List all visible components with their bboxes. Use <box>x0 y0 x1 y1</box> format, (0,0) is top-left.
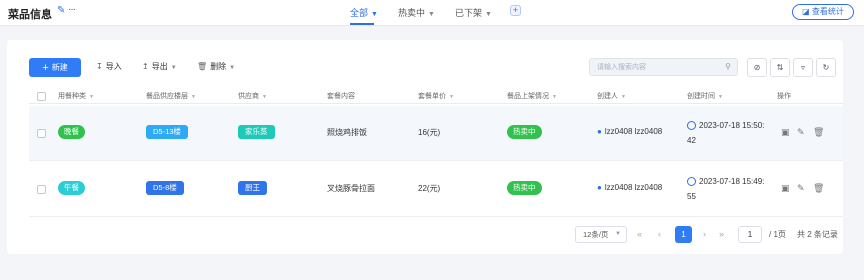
sort-button[interactable]: ⇅ <box>770 58 790 77</box>
created-time: 2023-07-18 15:49: <box>699 177 765 186</box>
chevron-down-icon: ▼ <box>718 94 723 100</box>
edit-icon[interactable]: ✎ <box>57 5 65 16</box>
chevron-down-icon: ▼ <box>229 65 236 71</box>
chevron-down-icon: ▼ <box>191 94 196 100</box>
prev-page-icon[interactable]: ‹ <box>658 229 661 239</box>
chart-icon: ◪ <box>802 7 810 16</box>
chevron-down-icon: ▼ <box>449 94 454 100</box>
main-card: +新建 ↧导入 ↥导出▼ 🗑删除▼ ⚲ ⊘ ⇅ ▿ ↻ 用餐种类▼ 餐品供应楼层… <box>7 40 843 254</box>
refresh-button[interactable]: ↻ <box>816 58 836 77</box>
status-badge: 热卖中 <box>507 181 542 195</box>
hide-columns-button[interactable]: ⊘ <box>747 58 767 77</box>
page-size-select[interactable]: 12条/页 ▼ <box>575 226 627 243</box>
package-content: 叉烧豚骨拉面 <box>327 184 375 193</box>
floor-tag: D5-8楼 <box>146 181 184 195</box>
total-pages: / 1页 <box>769 230 786 239</box>
plus-icon: + <box>42 62 49 74</box>
edit-icon[interactable]: ✎ <box>797 183 805 194</box>
search-input[interactable] <box>597 62 717 73</box>
created-time: 2023-07-18 15:50: <box>699 121 765 130</box>
trash-icon[interactable]: 🗑 <box>813 183 824 194</box>
unit-price: 16(元) <box>418 128 441 137</box>
top-bar: 菜品信息 ✎ ··· 全部 ▼ 热卖中 ▼ 已下架 ▼ + ◪ 查看统计 <box>0 0 864 26</box>
search-box: ⚲ <box>589 58 738 76</box>
user-icon: ● <box>597 183 602 192</box>
import-icon: ↧ <box>96 62 103 71</box>
meal-type-tag: 午餐 <box>58 181 85 195</box>
page-title: 菜品信息 <box>8 9 52 21</box>
export-icon: ↥ <box>142 62 149 71</box>
creator: ● lzz0408 lzz0408 <box>597 127 663 136</box>
new-button[interactable]: + 新建 <box>29 58 81 77</box>
floor-tag: D5-13楼 <box>146 125 188 139</box>
delete-button[interactable]: 🗑 删除 ▼ <box>197 61 235 72</box>
active-tab-indicator <box>350 23 374 25</box>
chevron-down-icon: ▼ <box>89 94 94 100</box>
tab-all[interactable]: 全部 ▼ <box>350 6 378 19</box>
supplier-tag: 厨王 <box>238 181 267 195</box>
tab-hot-selling[interactable]: 热卖中 ▼ <box>398 6 435 19</box>
chevron-down-icon: ▼ <box>485 11 492 18</box>
chevron-down-icon: ▼ <box>552 94 557 100</box>
clock-icon <box>687 177 696 186</box>
page-jump-input[interactable]: 1 <box>738 226 762 243</box>
column-header[interactable]: 套餐单价 ▼ <box>418 91 454 101</box>
add-tab-button[interactable]: + <box>510 5 521 16</box>
chevron-down-icon: ▼ <box>621 94 626 100</box>
row-checkbox[interactable] <box>37 129 46 138</box>
unit-price: 22(元) <box>418 184 441 193</box>
column-header[interactable]: 创建时间 ▼ <box>687 91 723 101</box>
status-badge: 热卖中 <box>507 125 542 139</box>
column-header: 套餐内容 <box>327 93 355 100</box>
chevron-down-icon: ▼ <box>428 11 435 18</box>
row-checkbox[interactable] <box>37 185 46 194</box>
view-icon[interactable]: ▣ <box>781 183 790 194</box>
column-header[interactable]: 餐品供应楼层 ▼ <box>146 91 196 101</box>
created-time-seconds: 42 <box>687 136 696 145</box>
chevron-down-icon: ▼ <box>615 231 621 237</box>
toolbar: +新建 ↧导入 ↥导出▼ 🗑删除▼ ⚲ ⊘ ⇅ ▿ ↻ <box>7 40 843 80</box>
eye-off-icon: ⊘ <box>753 63 761 72</box>
creator: ● lzz0408 lzz0408 <box>597 183 663 192</box>
current-page[interactable]: 1 <box>675 226 692 243</box>
pagination: 12条/页 ▼ « ‹ 1 › » 1 / 1页 共 2 条记录 <box>7 226 843 246</box>
chevron-down-icon: ▼ <box>371 11 378 18</box>
export-button[interactable]: ↥ 导出 ▼ <box>142 61 177 72</box>
search-icon[interactable]: ⚲ <box>725 62 731 71</box>
plus-icon: + <box>512 5 519 15</box>
import-button[interactable]: ↧ 导入 <box>96 61 122 72</box>
filter-icon: ▿ <box>800 63 805 72</box>
column-header[interactable]: 创建人 ▼ <box>597 91 626 101</box>
sort-icon: ⇅ <box>776 63 784 72</box>
view-icon[interactable]: ▣ <box>781 127 790 138</box>
first-page-icon[interactable]: « <box>637 229 642 239</box>
column-header[interactable]: 餐品上架情况 ▼ <box>507 91 557 101</box>
last-page-icon[interactable]: » <box>719 229 724 239</box>
refresh-icon: ↻ <box>822 63 830 72</box>
filter-button[interactable]: ▿ <box>793 58 813 77</box>
column-header: 操作 <box>777 93 791 100</box>
package-content: 照烧鸡排饭 <box>327 128 367 137</box>
trash-icon[interactable]: 🗑 <box>813 127 824 138</box>
table-header: 用餐种类 ▼ 餐品供应楼层 ▼ 供应商 ▼ 套餐内容 套餐单价 ▼ 餐品上架情况 ▼ 创建… <box>29 89 843 104</box>
column-header[interactable]: 用餐种类 ▼ <box>58 91 94 101</box>
edit-icon[interactable]: ✎ <box>797 127 805 138</box>
tab-off-shelf[interactable]: 已下架 ▼ <box>455 6 492 19</box>
supplier-tag: 家乐蒸 <box>238 125 275 139</box>
table-row[interactable]: 晚餐 D5-13楼 家乐蒸 照烧鸡排饭 16(元) 热卖中 ● lzz0408 l… <box>29 106 843 161</box>
meal-type-tag: 晚餐 <box>58 125 85 139</box>
chevron-down-icon: ▼ <box>170 65 177 71</box>
column-header[interactable]: 供应商 ▼ <box>238 91 267 101</box>
more-icon[interactable]: ··· <box>68 4 76 15</box>
total-records: 共 2 条记录 <box>797 230 838 239</box>
table-row[interactable]: 午餐 D5-8楼 厨王 叉烧豚骨拉面 22(元) 热卖中 ● lzz0408 lz… <box>29 162 843 217</box>
next-page-icon[interactable]: › <box>703 229 706 239</box>
clock-icon <box>687 121 696 130</box>
view-stats-button[interactable]: ◪ 查看统计 <box>792 4 854 20</box>
chevron-down-icon: ▼ <box>262 94 267 100</box>
created-time-seconds: 55 <box>687 192 696 201</box>
select-all-checkbox[interactable] <box>37 92 46 101</box>
trash-icon: 🗑 <box>197 62 208 71</box>
user-icon: ● <box>597 127 602 136</box>
